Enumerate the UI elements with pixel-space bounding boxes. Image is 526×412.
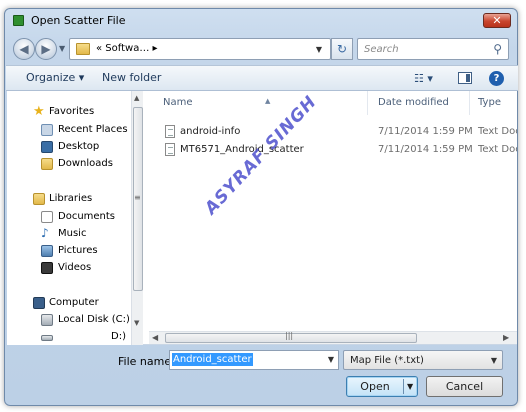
drive-icon — [41, 335, 53, 341]
search-placeholder: Search — [364, 44, 399, 55]
pictures-icon — [41, 245, 53, 257]
libraries-icon — [33, 193, 45, 205]
preview-pane-icon[interactable] — [458, 72, 472, 84]
dialog-footer: File name: Android_scatter ▼ Map File (*… — [5, 345, 517, 405]
sidebar-item-recent-places[interactable]: Recent Places — [7, 122, 131, 139]
file-name-field[interactable]: Android_scatter ▼ — [169, 350, 339, 370]
navigation-pane-scrollbar[interactable]: ▲ ≡ ▼ — [131, 91, 143, 345]
sidebar-item-pictures[interactable]: Pictures — [7, 243, 131, 260]
downloads-icon — [41, 158, 53, 170]
scrollbar-grip-icon: ≡ — [134, 193, 141, 202]
file-row-android-info[interactable]: android-info 7/11/2014 1:59 PM Text Docu — [147, 123, 517, 141]
open-options-dropdown-icon[interactable]: ▼ — [407, 377, 413, 396]
sidebar-item-favorites[interactable]: ★ Favorites — [7, 104, 131, 121]
browser-area: ★ Favorites Recent Places Desktop Downlo… — [7, 91, 517, 345]
cancel-button[interactable]: Cancel — [426, 376, 503, 397]
organize-button[interactable]: Organize ▾ — [26, 71, 84, 84]
open-scatter-file-dialog: Open Scatter File ✕ ◀ ▶ ▼ « Softwa… ▸ ▼ … — [4, 8, 518, 406]
file-row-mt6571-android-scatter[interactable]: MT6571_Android_scatter 7/11/2014 1:59 PM… — [147, 141, 517, 159]
sidebar-item-libraries[interactable]: Libraries — [7, 191, 131, 208]
file-name-label: File name: — [118, 355, 175, 368]
title-bar: Open Scatter File ✕ — [5, 9, 517, 31]
text-file-icon — [165, 125, 175, 138]
file-list: ▲ Name Date modified Type android-info 7… — [147, 91, 517, 345]
scroll-left-arrow-icon[interactable]: ◀ — [152, 333, 158, 342]
column-date-modified[interactable]: Date modified — [378, 97, 449, 108]
open-button[interactable]: Open ▼ — [346, 376, 418, 397]
documents-icon — [41, 211, 53, 223]
sidebar-item-documents[interactable]: Documents — [7, 209, 131, 226]
sort-ascending-icon: ▲ — [265, 97, 271, 105]
file-name-value[interactable]: Android_scatter — [172, 353, 253, 366]
chevron-down-icon[interactable]: ▼ — [491, 356, 497, 365]
sidebar-item-computer[interactable]: Computer — [7, 295, 131, 312]
recent-places-icon — [41, 124, 53, 136]
file-list-horizontal-scrollbar[interactable]: ◀ ||| ▶ — [149, 331, 517, 344]
scroll-down-arrow-icon[interactable]: ▼ — [134, 319, 139, 327]
star-icon: ★ — [33, 104, 45, 119]
horizontal-grip-icon: ||| — [285, 331, 294, 340]
navigation-pane: ★ Favorites Recent Places Desktop Downlo… — [7, 91, 131, 345]
recent-locations-dropdown[interactable]: ▼ — [59, 44, 65, 53]
open-button-label: Open — [360, 380, 390, 393]
close-button[interactable]: ✕ — [483, 13, 511, 28]
scroll-up-arrow-icon[interactable]: ▲ — [134, 94, 139, 102]
music-icon: ♪ — [41, 226, 49, 240]
window-title: Open Scatter File — [31, 14, 126, 27]
split-divider — [403, 379, 404, 394]
folder-icon — [76, 43, 90, 55]
new-folder-button[interactable]: New folder — [102, 71, 161, 84]
scroll-right-arrow-icon[interactable]: ▶ — [503, 333, 509, 342]
refresh-button[interactable]: ↻ — [331, 38, 353, 60]
file-type-filter[interactable]: Map File (*.txt) ▼ — [343, 350, 503, 370]
change-view-icon[interactable]: ☷ ▾ — [414, 72, 433, 85]
address-path[interactable]: « Softwa… ▸ — [96, 43, 158, 54]
navigation-bar: ◀ ▶ ▼ « Softwa… ▸ ▼ ↻ Search ⚲ — [11, 37, 511, 61]
column-headers: ▲ Name Date modified Type — [147, 91, 517, 115]
desktop-icon — [41, 141, 53, 153]
help-icon[interactable]: ? — [489, 71, 504, 86]
command-toolbar: Organize ▾ New folder ☷ ▾ ? — [6, 65, 518, 91]
sidebar-item-downloads[interactable]: Downloads — [7, 156, 131, 173]
text-file-icon — [165, 143, 175, 156]
column-name[interactable]: Name — [163, 97, 193, 108]
app-icon — [13, 15, 24, 26]
address-dropdown-icon[interactable]: ▼ — [316, 45, 322, 54]
disk-icon — [41, 314, 53, 326]
sidebar-item-desktop[interactable]: Desktop — [7, 139, 131, 156]
sidebar-item-music[interactable]: ♪ Music — [7, 226, 131, 243]
column-divider[interactable] — [367, 91, 368, 115]
forward-button[interactable]: ▶ — [35, 38, 57, 60]
back-button[interactable]: ◀ — [13, 38, 35, 60]
sidebar-item-videos[interactable]: Videos — [7, 260, 131, 277]
chevron-down-icon[interactable]: ▼ — [328, 355, 334, 364]
address-bar[interactable]: « Softwa… ▸ ▼ — [69, 38, 331, 60]
column-divider[interactable] — [469, 91, 470, 115]
search-icon[interactable]: ⚲ — [493, 42, 502, 56]
computer-icon — [33, 297, 45, 309]
videos-icon — [41, 262, 53, 274]
sidebar-item-local-disk-c[interactable]: Local Disk (C:) — [7, 312, 131, 329]
file-type-value: Map File (*.txt) — [350, 355, 424, 366]
sidebar-item-drive-d[interactable]: D:) — [7, 329, 131, 345]
column-type[interactable]: Type — [478, 97, 501, 108]
search-input[interactable]: Search ⚲ — [357, 38, 509, 60]
